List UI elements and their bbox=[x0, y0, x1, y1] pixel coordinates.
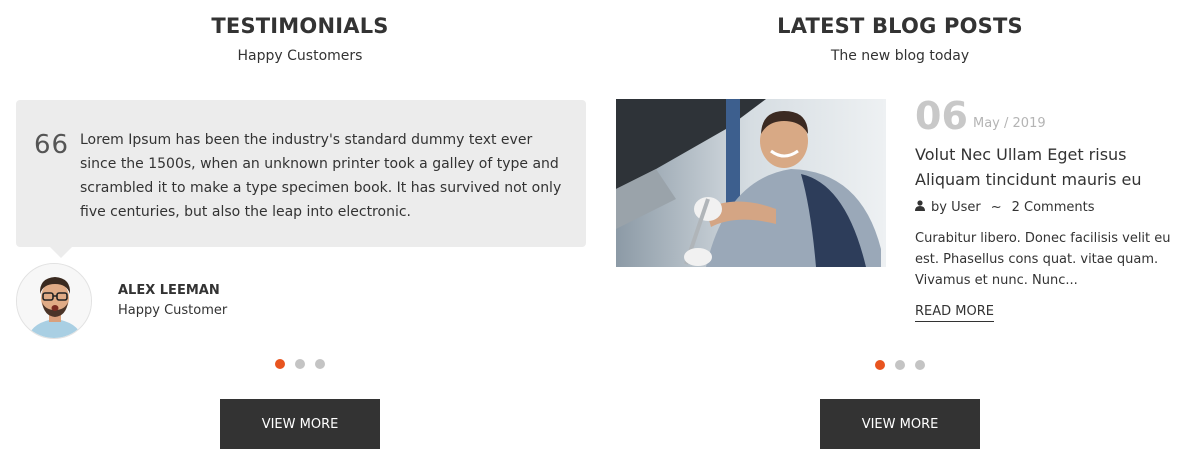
post-comments[interactable]: 2 Comments bbox=[1012, 200, 1095, 215]
testimonial-quote-box: 66 Lorem Ipsum has been the industry's s… bbox=[16, 100, 586, 258]
blog-carousel-dots bbox=[875, 360, 925, 370]
user-icon bbox=[915, 200, 925, 215]
post-excerpt: Curabitur libero. Donec facilisis velit … bbox=[915, 231, 1171, 288]
testimonial-author-name: ALEX LEEMAN bbox=[118, 283, 220, 298]
carousel-dot-2[interactable] bbox=[295, 359, 305, 369]
post-date-month-year: May / 2019 bbox=[973, 116, 1046, 131]
carousel-dot-3[interactable] bbox=[315, 359, 325, 369]
post-meta: by User ~ 2 Comments bbox=[915, 200, 1095, 215]
testimonials-view-more-button[interactable]: VIEW MORE bbox=[220, 399, 380, 449]
post-author[interactable]: by User bbox=[931, 200, 981, 215]
blog-post-image[interactable] bbox=[616, 99, 886, 267]
testimonial-author-role: Happy Customer bbox=[118, 303, 228, 318]
quote-icon: 66 bbox=[34, 130, 70, 160]
post-meta-separator: ~ bbox=[990, 200, 1002, 215]
carousel-dot-1[interactable] bbox=[875, 360, 885, 370]
blog-view-more-button[interactable]: VIEW MORE bbox=[820, 399, 980, 449]
post-date-day: 06 bbox=[915, 94, 968, 138]
blog-subtitle: The new blog today bbox=[830, 48, 970, 64]
testimonials-subtitle: Happy Customers bbox=[237, 48, 363, 64]
testimonial-text: Lorem Ipsum has been the industry's stan… bbox=[80, 132, 562, 220]
avatar bbox=[16, 263, 92, 339]
post-title-link[interactable]: Volut Nec Ullam Eget risus Aliquam tinci… bbox=[915, 142, 1185, 192]
blog-title: LATEST BLOG POSTS bbox=[777, 14, 1023, 38]
carousel-dot-1[interactable] bbox=[275, 359, 285, 369]
testimonials-carousel-dots bbox=[275, 359, 325, 369]
carousel-dot-3[interactable] bbox=[915, 360, 925, 370]
read-more-link[interactable]: READ MORE bbox=[915, 304, 994, 322]
carousel-dot-2[interactable] bbox=[895, 360, 905, 370]
testimonials-title: TESTIMONIALS bbox=[211, 14, 389, 38]
